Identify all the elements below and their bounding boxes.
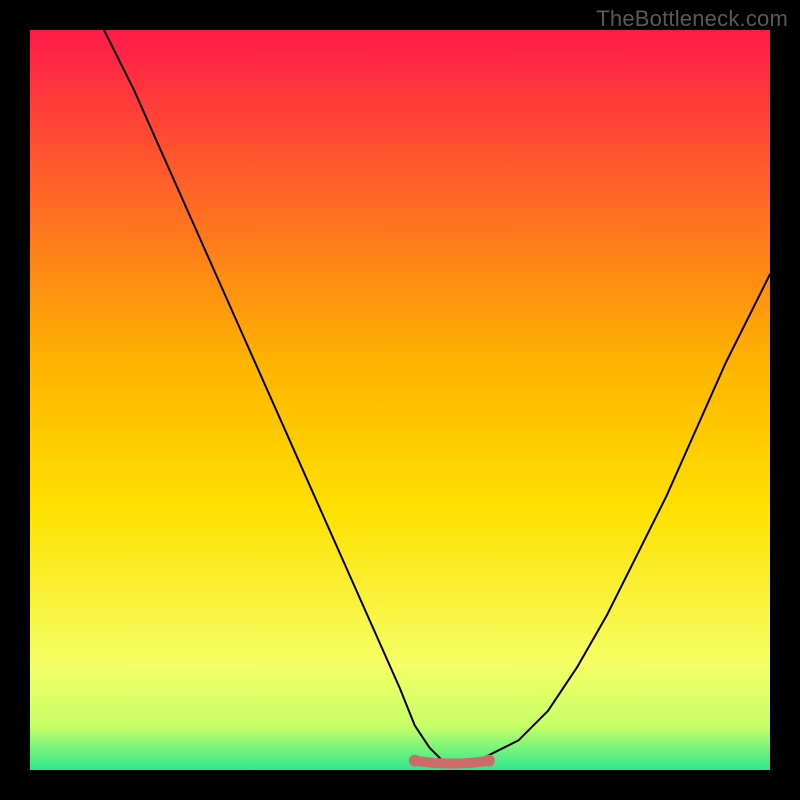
plot-area (30, 30, 770, 770)
valley-dot-left (409, 755, 421, 767)
valley-dot-right (483, 755, 495, 767)
chart-svg (30, 30, 770, 770)
gradient-background (30, 30, 770, 770)
chart-frame: TheBottleneck.com (0, 0, 800, 800)
watermark-text: TheBottleneck.com (596, 6, 788, 32)
valley-highlight (415, 761, 489, 764)
